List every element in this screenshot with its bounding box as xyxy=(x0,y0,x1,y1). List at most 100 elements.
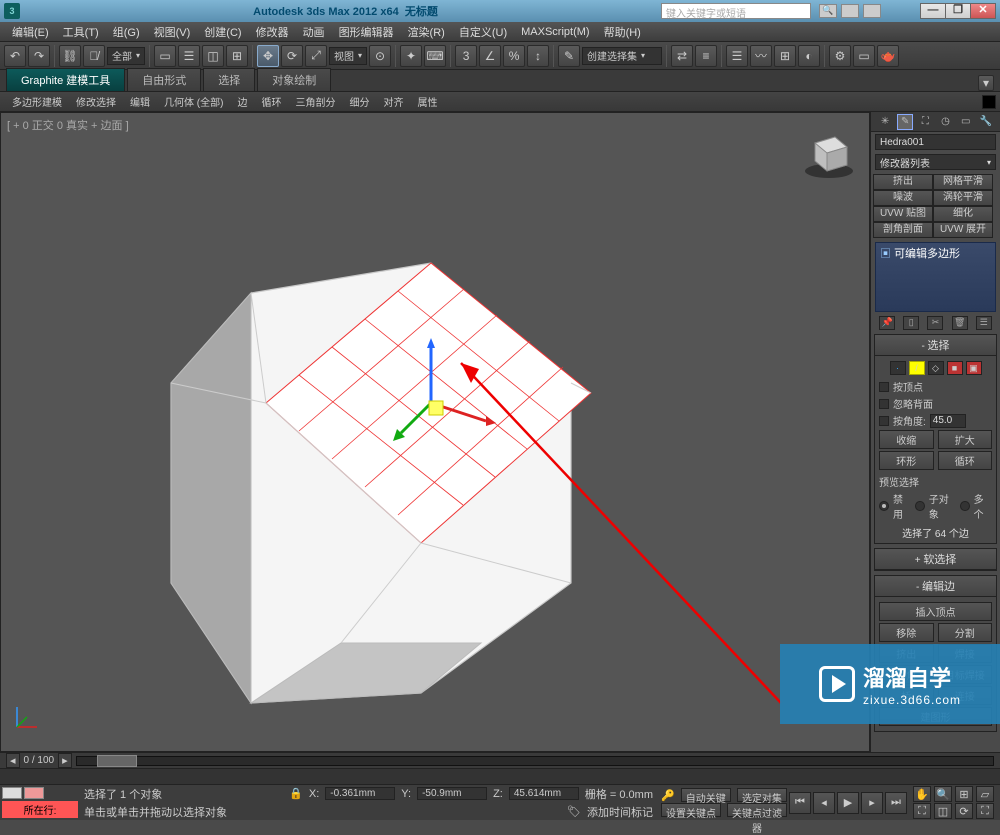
nav-zoom-all-icon[interactable]: ⊞ xyxy=(955,786,973,802)
material-editor-button[interactable]: ◐ xyxy=(798,45,820,67)
sel-set-button[interactable]: 选定对集 xyxy=(737,788,787,802)
ribbon-edges[interactable]: 边 xyxy=(231,92,253,111)
render-setup-button[interactable]: ⚙ xyxy=(829,45,851,67)
mod-tessellate[interactable]: 细化 xyxy=(933,206,993,222)
ribbon-align[interactable]: 对齐 xyxy=(377,92,409,111)
link-button[interactable]: ⛓ xyxy=(59,45,81,67)
script-mini-listener[interactable] xyxy=(2,787,22,799)
preview-subobj-radio[interactable] xyxy=(915,501,924,511)
time-tag-icon[interactable]: 🏷 xyxy=(567,805,581,818)
preview-disable-radio[interactable] xyxy=(879,501,889,511)
menu-modifiers[interactable]: 修改器 xyxy=(250,22,295,42)
utilities-tab-icon[interactable]: 🔧 xyxy=(978,114,994,130)
ring-button[interactable]: 环形 xyxy=(879,451,934,470)
menu-group[interactable]: 组(G) xyxy=(107,22,146,42)
by-vertex-checkbox[interactable] xyxy=(879,382,889,392)
help-search-input[interactable]: 键入关键字或短语 xyxy=(661,3,811,19)
modify-tab-icon[interactable]: ✎ xyxy=(897,114,913,130)
macro-recorder[interactable] xyxy=(24,787,44,799)
rollout-soft-sel-header[interactable]: + 软选择 xyxy=(875,549,996,570)
render-button[interactable]: 🫖 xyxy=(877,45,899,67)
nav-region-icon[interactable]: ◫ xyxy=(934,803,952,819)
mod-turbosmooth[interactable]: 涡轮平滑 xyxy=(933,190,993,206)
split-button[interactable]: 分割 xyxy=(938,623,993,642)
subobj-element-icon[interactable]: ▣ xyxy=(966,361,982,375)
shrink-button[interactable]: 收缩 xyxy=(879,430,934,449)
mod-bevel-profile[interactable]: 剖角剖面 xyxy=(873,222,933,238)
subobj-vertex-icon[interactable]: · xyxy=(890,361,906,375)
comm-center-icon[interactable]: ☆ xyxy=(841,4,859,18)
scale-button[interactable]: ⤢ xyxy=(305,45,327,67)
remove-mod-icon[interactable]: 🗑 xyxy=(952,316,968,330)
mod-uvw-unwrap[interactable]: UVW 展开 xyxy=(933,222,993,238)
help-icon[interactable]: ? xyxy=(863,4,881,18)
play-button[interactable]: ▶ xyxy=(837,792,859,814)
subobj-edge-icon[interactable]: / xyxy=(909,361,925,375)
ribbon-tab-selection[interactable]: 选择 xyxy=(203,68,255,91)
goto-start-button[interactable]: ⏮ xyxy=(789,792,811,814)
nav-fov-icon[interactable]: ▱ xyxy=(976,786,994,802)
filter-combo[interactable]: 全部 xyxy=(107,47,145,65)
menu-maxscript[interactable]: MAXScript(M) xyxy=(515,24,595,40)
create-tab-icon[interactable]: ✳ xyxy=(877,114,893,130)
preview-multi-radio[interactable] xyxy=(960,501,969,511)
menu-view[interactable]: 视图(V) xyxy=(148,22,197,42)
angle-snap-button[interactable]: ∠ xyxy=(479,45,501,67)
add-time-tag[interactable]: 添加时间标记 xyxy=(587,804,653,820)
time-slider[interactable] xyxy=(76,756,994,766)
nav-zoom-icon[interactable]: 🔍 xyxy=(934,786,952,802)
ribbon-tab-graphite[interactable]: Graphite 建模工具 xyxy=(6,68,125,91)
rotate-button[interactable]: ⟳ xyxy=(281,45,303,67)
nav-orbit-icon[interactable]: ⟳ xyxy=(955,803,973,819)
hierarchy-tab-icon[interactable]: ⛶ xyxy=(917,114,933,130)
schematic-button[interactable]: ⊞ xyxy=(774,45,796,67)
percent-snap-button[interactable]: % xyxy=(503,45,525,67)
mod-noise[interactable]: 噪波 xyxy=(873,190,933,206)
modifier-list-combo[interactable]: 修改器列表 xyxy=(875,154,996,170)
search-go-icon[interactable]: 🔍 xyxy=(819,4,837,18)
ribbon-poly-model[interactable]: 多边形建模 xyxy=(6,92,68,111)
next-key-button[interactable]: ▸ xyxy=(58,753,72,768)
minimize-button[interactable]: — xyxy=(920,3,946,19)
ribbon-tri[interactable]: 三角剖分 xyxy=(289,92,341,111)
viewcube[interactable] xyxy=(799,123,859,183)
by-angle-checkbox[interactable] xyxy=(879,416,889,426)
next-frame-button[interactable]: ▸ xyxy=(861,792,883,814)
config-stack-icon[interactable]: ☰ xyxy=(976,316,992,330)
redo-button[interactable]: ↷ xyxy=(28,45,50,67)
key-filters-button[interactable]: 关键点过滤器 xyxy=(727,803,787,817)
menu-customize[interactable]: 自定义(U) xyxy=(453,22,513,42)
nav-pan-icon[interactable]: ✋ xyxy=(913,786,931,802)
select-region-button[interactable]: ◫ xyxy=(202,45,224,67)
align-button[interactable]: ≡ xyxy=(695,45,717,67)
render-frame-button[interactable]: ▭ xyxy=(853,45,875,67)
named-sel-edit-button[interactable]: ✎ xyxy=(558,45,580,67)
object-name-field[interactable]: Hedra001 xyxy=(875,134,996,150)
ribbon-subdiv[interactable]: 细分 xyxy=(343,92,375,111)
goto-end-button[interactable]: ⏭ xyxy=(885,792,907,814)
grow-button[interactable]: 扩大 xyxy=(938,430,993,449)
unique-icon[interactable]: ✂ xyxy=(927,316,943,330)
keymode-button[interactable]: ⌨ xyxy=(424,45,446,67)
app-icon[interactable]: 3 xyxy=(4,3,20,19)
menu-edit[interactable]: 编辑(E) xyxy=(6,22,55,42)
menu-create[interactable]: 创建(C) xyxy=(198,22,247,42)
ribbon-geom[interactable]: 几何体 (全部) xyxy=(158,92,229,111)
named-sel-combo[interactable]: 创建选择集 xyxy=(582,47,662,65)
layers-button[interactable]: ☰ xyxy=(726,45,748,67)
snap-button[interactable]: 3 xyxy=(455,45,477,67)
mod-extrude[interactable]: 挤出 xyxy=(873,174,933,190)
ignore-backface-checkbox[interactable] xyxy=(879,399,889,409)
ribbon-loops[interactable]: 循环 xyxy=(255,92,287,111)
mod-uvwmap[interactable]: UVW 贴图 xyxy=(873,206,933,222)
nav-zoom-ext-icon[interactable]: ⛶ xyxy=(913,803,931,819)
viewport-label[interactable]: [ + 0 正交 0 真实 + 边面 ] xyxy=(7,117,129,133)
select-button[interactable]: ▭ xyxy=(154,45,176,67)
pivot-button[interactable]: ⊙ xyxy=(369,45,391,67)
coord-y[interactable]: -50.9mm xyxy=(417,787,487,800)
maximize-button[interactable]: ❐ xyxy=(945,3,971,19)
modifier-stack[interactable]: ▣ 可编辑多边形 xyxy=(875,242,996,312)
auto-key-button[interactable]: 自动关键点 xyxy=(681,788,731,802)
key-toggle-icon[interactable]: 🔑 xyxy=(661,789,675,802)
coord-x[interactable]: -0.361mm xyxy=(325,787,395,800)
